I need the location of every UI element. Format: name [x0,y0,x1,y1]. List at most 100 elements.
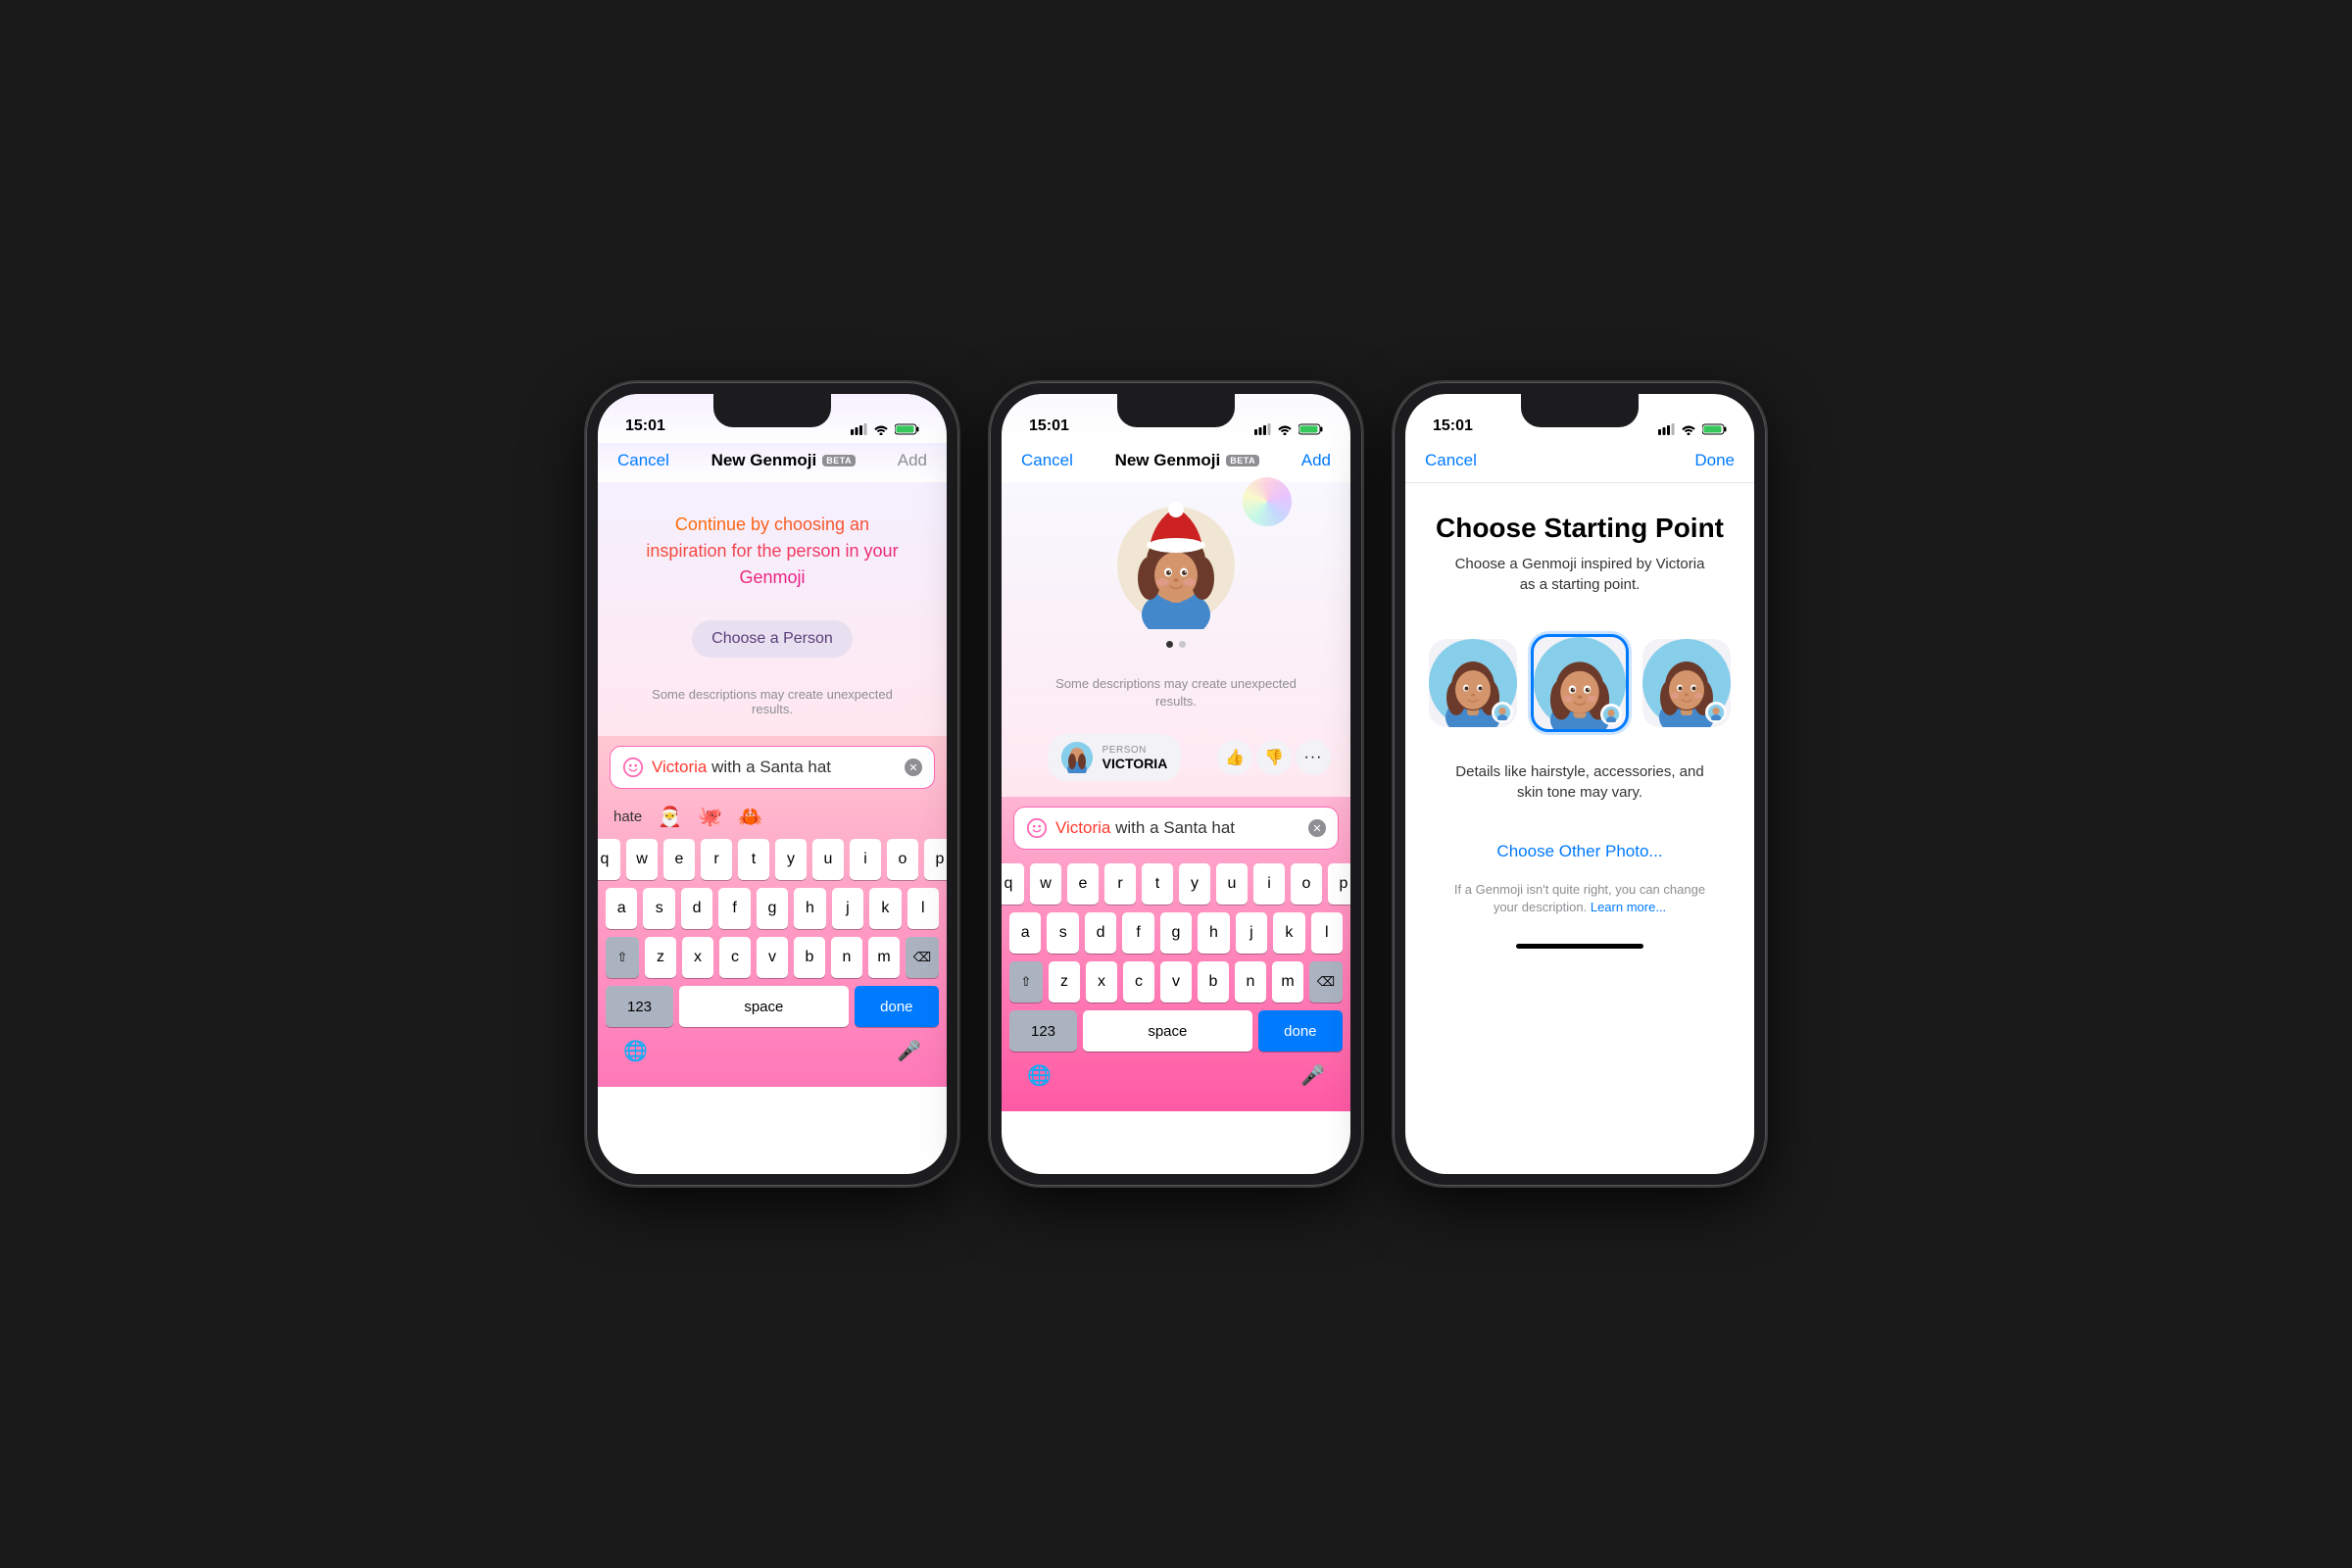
key2-m[interactable]: m [1272,961,1303,1003]
thumbs-up-button[interactable]: 👍 [1217,740,1252,775]
autocomplete-emoji-3[interactable]: 🦀 [738,805,762,829]
key2-p[interactable]: p [1328,863,1350,905]
key2-e[interactable]: e [1067,863,1099,905]
key-t[interactable]: t [738,839,769,880]
key2-i[interactable]: i [1253,863,1285,905]
key-w[interactable]: w [626,839,658,880]
done-button-3[interactable]: Done [1694,451,1735,470]
key2-s[interactable]: s [1047,912,1078,954]
key-v[interactable]: v [757,937,788,978]
key2-f[interactable]: f [1122,912,1153,954]
key2-z[interactable]: z [1049,961,1080,1003]
key-l[interactable]: l [907,888,939,929]
key2-123[interactable]: 123 [1009,1010,1077,1052]
key-row-1: q w e r t y u i o p [606,839,939,880]
key-h[interactable]: h [794,888,825,929]
key2-d[interactable]: d [1085,912,1116,954]
key2-delete[interactable]: ⌫ [1309,961,1343,1003]
key2-j[interactable]: j [1236,912,1267,954]
key2-t[interactable]: t [1142,863,1173,905]
key-g[interactable]: g [757,888,788,929]
key-s[interactable]: s [643,888,674,929]
key2-h[interactable]: h [1198,912,1229,954]
key-shift[interactable]: ⇧ [606,937,639,978]
add-button-1[interactable]: Add [898,451,927,470]
add-button-2[interactable]: Add [1301,451,1331,470]
avatar-badge-icon-3 [1708,705,1724,720]
key2-v[interactable]: v [1160,961,1192,1003]
key-q[interactable]: q [598,839,620,880]
key2-u[interactable]: u [1216,863,1248,905]
key-d[interactable]: d [681,888,712,929]
key-y[interactable]: y [775,839,807,880]
key-r[interactable]: r [701,839,732,880]
key2-w[interactable]: w [1030,863,1061,905]
text-input-2[interactable]: Victoria with a Santa hat ✕ [1013,807,1339,850]
key-a[interactable]: a [606,888,637,929]
key2-l[interactable]: l [1311,912,1343,954]
key2-b[interactable]: b [1198,961,1229,1003]
key-p[interactable]: p [924,839,947,880]
avatar-option-3[interactable] [1642,639,1731,727]
globe-icon-1[interactable]: 🌐 [623,1039,648,1063]
phone-3: 15:01 Cancel Done Choose Starting Point … [1394,382,1766,1186]
phones-container: 15:01 Cancel New Genmoji BETA Add [586,382,1766,1186]
clear-button-2[interactable]: ✕ [1308,819,1326,837]
autocomplete-emoji-1[interactable]: 🎅 [658,805,682,829]
mic-icon-1[interactable]: 🎤 [897,1039,921,1063]
phone3-main: Choose Starting Point Choose a Genmoji i… [1405,483,1754,960]
thumbs-down-button[interactable]: 👎 [1256,740,1292,775]
key-m[interactable]: m [868,937,900,978]
key-b[interactable]: b [794,937,825,978]
choose-other-photo-button[interactable]: Choose Other Photo... [1405,822,1754,881]
more-options-button[interactable]: ··· [1296,740,1331,775]
genmoji-icon-2 [1026,817,1048,839]
person-tag-row: PERSON VICTORIA 👍 👎 ··· [1002,718,1350,797]
key-f[interactable]: f [718,888,750,929]
text-input-1[interactable]: Victoria with a Santa hat ✕ [610,746,935,789]
key-x[interactable]: x [682,937,713,978]
avatar-option-2[interactable] [1531,634,1629,732]
key2-k[interactable]: k [1273,912,1304,954]
key2-y[interactable]: y [1179,863,1210,905]
key-e[interactable]: e [663,839,695,880]
key-c[interactable]: c [719,937,751,978]
status-icons-2 [1254,423,1323,435]
key2-g[interactable]: g [1160,912,1192,954]
clear-button-1[interactable]: ✕ [905,759,922,776]
cancel-button-2[interactable]: Cancel [1021,451,1073,470]
key-n[interactable]: n [831,937,862,978]
globe-icon-2[interactable]: 🌐 [1027,1063,1052,1088]
choose-person-button[interactable]: Choose a Person [692,620,853,658]
key-o[interactable]: o [887,839,918,880]
cancel-button-1[interactable]: Cancel [617,451,669,470]
key-k[interactable]: k [869,888,901,929]
avatar-option-1[interactable] [1429,639,1517,727]
key2-r[interactable]: r [1104,863,1136,905]
cancel-button-3[interactable]: Cancel [1425,451,1477,470]
key-done[interactable]: done [855,986,939,1027]
input-rest-1: with a Santa hat [707,758,831,776]
key2-q[interactable]: q [1002,863,1024,905]
key2-o[interactable]: o [1291,863,1322,905]
key2-shift[interactable]: ⇧ [1009,961,1043,1003]
key-j[interactable]: j [832,888,863,929]
autocomplete-emoji-2[interactable]: 🐙 [698,805,722,829]
key2-c[interactable]: c [1123,961,1154,1003]
key-i[interactable]: i [850,839,881,880]
key2-x[interactable]: x [1086,961,1117,1003]
key2-space[interactable]: space [1083,1010,1252,1052]
autocomplete-word-1[interactable]: hate [613,808,642,825]
key-z[interactable]: z [645,937,676,978]
key-u[interactable]: u [812,839,844,880]
key2-n[interactable]: n [1235,961,1266,1003]
key2-done[interactable]: done [1258,1010,1343,1052]
key2-a[interactable]: a [1009,912,1041,954]
desc-warning-2: Some descriptions may create unexpected … [1002,667,1350,718]
learn-more-link[interactable]: Learn more... [1591,900,1666,914]
key-space[interactable]: space [679,986,849,1027]
avatar-badge-icon-2 [1603,707,1619,722]
key-delete[interactable]: ⌫ [906,937,939,978]
mic-icon-2[interactable]: 🎤 [1300,1063,1325,1088]
key-123[interactable]: 123 [606,986,673,1027]
